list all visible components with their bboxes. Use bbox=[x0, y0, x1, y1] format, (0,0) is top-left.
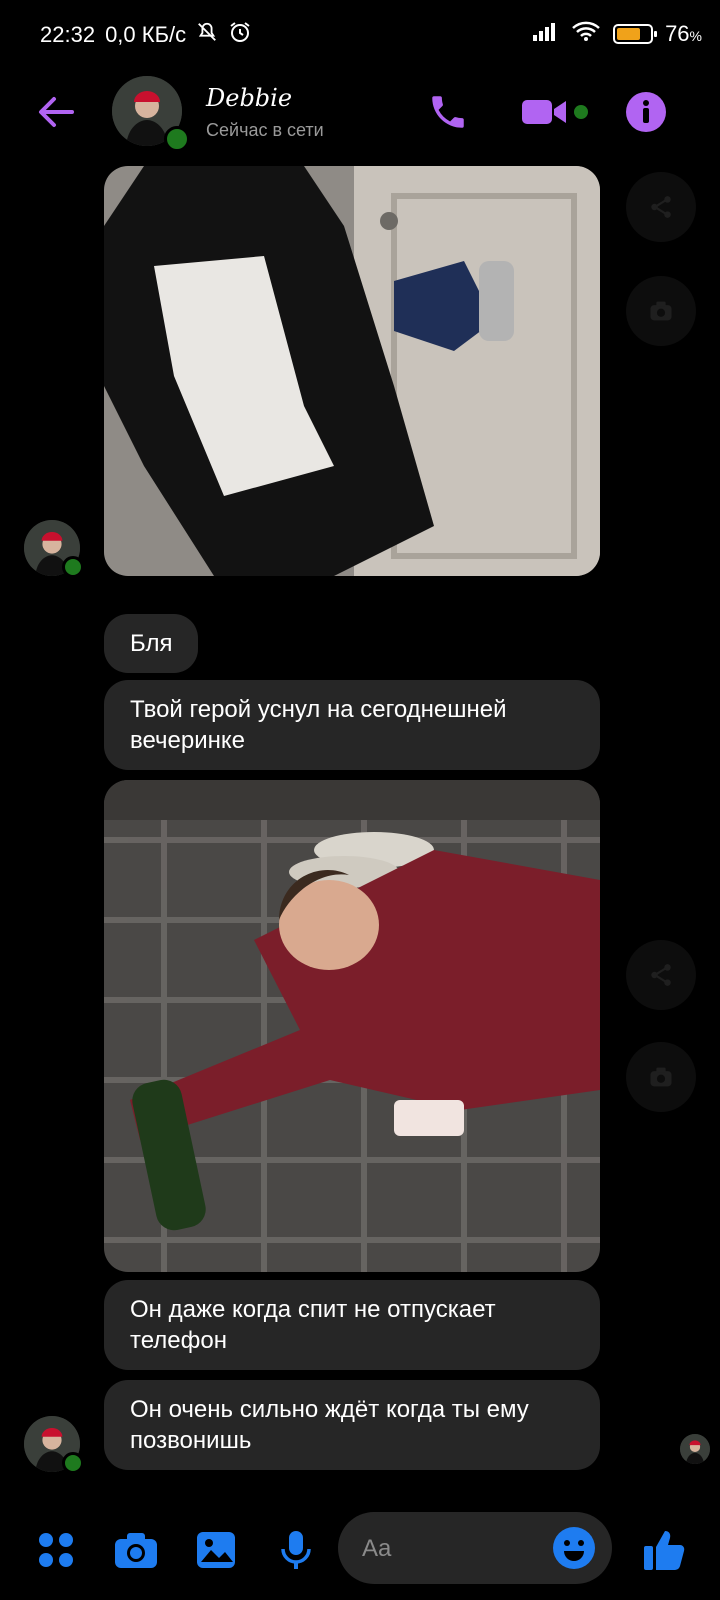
contact-name[interactable]: Debbie bbox=[206, 84, 292, 112]
phone-icon bbox=[432, 96, 464, 128]
seen-indicator-avatar bbox=[680, 1434, 710, 1464]
online-indicator bbox=[164, 126, 190, 152]
message-image[interactable] bbox=[104, 780, 600, 1272]
share-icon bbox=[651, 964, 671, 986]
image-icon bbox=[197, 1532, 235, 1568]
share-button[interactable] bbox=[626, 172, 696, 242]
video-call-button[interactable] bbox=[514, 84, 594, 140]
message-bubble[interactable]: Бля bbox=[104, 614, 199, 673]
online-indicator bbox=[62, 556, 84, 578]
camera-icon bbox=[650, 1067, 672, 1087]
presence-status: Сейчас в сети bbox=[206, 120, 324, 140]
info-icon bbox=[626, 92, 666, 132]
gallery-button[interactable] bbox=[188, 1522, 244, 1578]
like-button[interactable] bbox=[636, 1522, 692, 1578]
message-bubble[interactable]: Твой герой уснул на сегоднешней вечеринк… bbox=[104, 680, 600, 770]
message-bubble[interactable]: Он очень сильно ждёт когда ты ему позвон… bbox=[104, 1380, 600, 1470]
active-dot bbox=[574, 105, 588, 119]
chat-header: Debbie Сейчас в сети bbox=[0, 70, 720, 160]
emoji-button[interactable] bbox=[550, 1524, 598, 1572]
info-button[interactable] bbox=[618, 84, 674, 140]
online-indicator bbox=[62, 1452, 84, 1474]
four-dots-icon bbox=[39, 1533, 73, 1567]
battery-icon bbox=[613, 24, 658, 44]
save-photo-button[interactable] bbox=[626, 1042, 696, 1112]
camera-button[interactable] bbox=[108, 1522, 164, 1578]
back-button[interactable] bbox=[34, 90, 78, 134]
thumbs-up-icon bbox=[644, 1531, 685, 1570]
wifi-icon bbox=[571, 20, 601, 48]
call-button[interactable] bbox=[420, 84, 476, 140]
alarm-icon bbox=[228, 20, 252, 50]
composer-bar bbox=[0, 1500, 720, 1600]
share-button[interactable] bbox=[626, 940, 696, 1010]
message-composer bbox=[338, 1512, 612, 1584]
message-input[interactable] bbox=[360, 1530, 534, 1568]
microphone-icon bbox=[281, 1531, 311, 1569]
photo-hoodie-door bbox=[104, 166, 600, 576]
save-photo-button[interactable] bbox=[626, 276, 696, 346]
status-bar: 22:32 0,0 КБ/с 76% bbox=[0, 0, 720, 70]
video-camera-icon bbox=[522, 100, 566, 124]
voice-message-button[interactable] bbox=[268, 1522, 324, 1578]
clock: 22:32 bbox=[40, 22, 96, 47]
smiley-icon bbox=[553, 1527, 595, 1569]
photo-sleeping-floor bbox=[104, 780, 600, 1272]
more-actions-button[interactable] bbox=[28, 1522, 84, 1578]
camera-icon bbox=[650, 301, 672, 321]
signal-icon bbox=[531, 21, 559, 47]
network-speed: 0,0 КБ/с bbox=[105, 22, 187, 47]
share-icon bbox=[651, 196, 671, 218]
battery-percent: 76% bbox=[665, 21, 702, 46]
camera-icon bbox=[115, 1533, 157, 1568]
arrow-left-icon bbox=[39, 97, 74, 127]
message-bubble[interactable]: Он даже когда спит не отпускает телефон bbox=[104, 1280, 600, 1370]
message-image[interactable] bbox=[104, 166, 600, 576]
mute-icon bbox=[196, 21, 218, 49]
